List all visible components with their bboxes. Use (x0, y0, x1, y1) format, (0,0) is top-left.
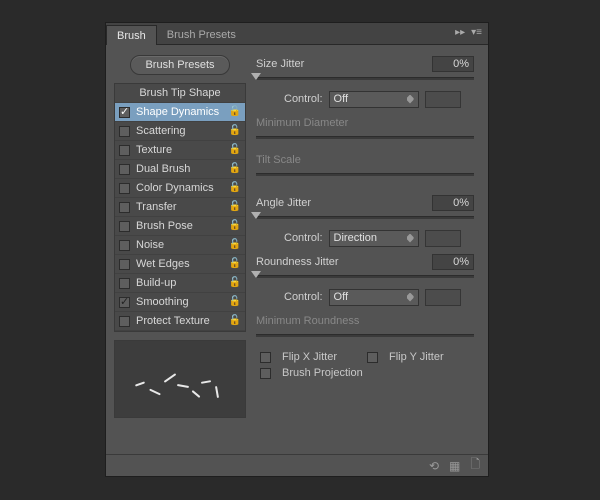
sidebar-item-brush-pose[interactable]: Brush Pose 🔓 (115, 217, 245, 236)
lock-icon[interactable]: 🔓 (229, 144, 241, 155)
brush-projection-checkbox[interactable]: Brush Projection (260, 367, 363, 379)
control3-label: Control: (284, 291, 323, 303)
brush-preview (114, 340, 246, 418)
sidebar-item-label: Smoothing (136, 296, 189, 308)
roundness-jitter-slider[interactable] (256, 272, 474, 284)
control3-swatch (425, 289, 461, 306)
toggle-preview-icon[interactable]: ⟲ (429, 459, 439, 473)
brush-presets-button[interactable]: Brush Presets (130, 55, 229, 75)
roundness-jitter-label: Roundness Jitter (256, 256, 432, 268)
sidebar-item-color-dynamics[interactable]: Color Dynamics 🔓 (115, 179, 245, 198)
control1-select[interactable]: Off (329, 91, 419, 108)
checkbox-icon[interactable] (119, 240, 130, 251)
size-jitter-label: Size Jitter (256, 58, 432, 70)
sidebar-item-texture[interactable]: Texture 🔓 (115, 141, 245, 160)
checkbox-icon[interactable] (119, 107, 130, 118)
flip-x-jitter-checkbox[interactable]: Flip X Jitter (260, 351, 337, 363)
sidebar-item-label: Texture (136, 144, 172, 156)
sidebar-item-label: Transfer (136, 201, 177, 213)
sidebar-item-label: Brush Pose (136, 220, 193, 232)
checkbox-icon[interactable] (119, 259, 130, 270)
tab-brush[interactable]: Brush (106, 25, 157, 45)
sidebar: Brush Presets Brush Tip Shape Shape Dyna… (114, 53, 246, 454)
settings-area: Size Jitter 0% Control: Off Minimum Diam… (254, 53, 480, 454)
control2-swatch (425, 230, 461, 247)
control3-select[interactable]: Off (329, 289, 419, 306)
sidebar-item-label: Wet Edges (136, 258, 190, 270)
control1-label: Control: (284, 93, 323, 105)
brush-panel: Brush Brush Presets ▸▸ ▾≡ Brush Presets … (105, 22, 489, 477)
min-diameter-label: Minimum Diameter (256, 117, 474, 129)
angle-jitter-slider[interactable] (256, 213, 474, 225)
checkbox-icon[interactable] (119, 316, 130, 327)
sidebar-item-label: Protect Texture (136, 315, 210, 327)
sidebar-item-scattering[interactable]: Scattering 🔓 (115, 122, 245, 141)
new-preset-icon[interactable]: ▦ (449, 459, 460, 473)
lock-icon[interactable]: 🔓 (229, 182, 241, 193)
lock-icon[interactable]: 🔓 (229, 239, 241, 250)
lock-icon[interactable]: 🔓 (229, 125, 241, 136)
sidebar-item-dual-brush[interactable]: Dual Brush 🔓 (115, 160, 245, 179)
sidebar-item-label: Color Dynamics (136, 182, 214, 194)
lock-icon[interactable]: 🔓 (229, 315, 241, 326)
size-jitter-slider[interactable] (256, 74, 474, 86)
min-roundness-label: Minimum Roundness (256, 315, 474, 327)
sidebar-item-wet-edges[interactable]: Wet Edges 🔓 (115, 255, 245, 274)
min-diameter-slider (256, 133, 474, 145)
sidebar-item-protect-texture[interactable]: Protect Texture 🔓 (115, 312, 245, 331)
tab-brush-presets[interactable]: Brush Presets (157, 25, 246, 44)
min-roundness-slider (256, 331, 474, 343)
sidebar-item-noise[interactable]: Noise 🔓 (115, 236, 245, 255)
checkbox-icon[interactable] (119, 126, 130, 137)
checkbox-icon[interactable] (119, 183, 130, 194)
sidebar-item-label: Dual Brush (136, 163, 190, 175)
sidebar-item-label: Shape Dynamics (136, 106, 219, 118)
checkbox-icon[interactable] (119, 145, 130, 156)
lock-icon[interactable]: 🔓 (229, 106, 241, 117)
checkbox-icon[interactable] (119, 202, 130, 213)
angle-jitter-value[interactable]: 0% (432, 195, 474, 211)
sidebar-item-label: Scattering (136, 125, 186, 137)
size-jitter-value[interactable]: 0% (432, 56, 474, 72)
lock-icon[interactable]: 🔓 (229, 258, 241, 269)
brush-tip-shape-header[interactable]: Brush Tip Shape (115, 84, 245, 103)
sidebar-item-transfer[interactable]: Transfer 🔓 (115, 198, 245, 217)
collapse-icon[interactable]: ▸▸ (455, 27, 465, 38)
sidebar-item-build-up[interactable]: Build-up 🔓 (115, 274, 245, 293)
tilt-scale-slider (256, 170, 474, 182)
brush-option-list: Brush Tip Shape Shape Dynamics🔓Scatterin… (114, 83, 246, 332)
checkbox-icon[interactable] (119, 278, 130, 289)
checkbox-icon[interactable] (119, 297, 130, 308)
lock-icon[interactable]: 🔓 (229, 163, 241, 174)
sidebar-item-label: Build-up (136, 277, 176, 289)
roundness-jitter-value[interactable]: 0% (432, 254, 474, 270)
tab-bar: Brush Brush Presets ▸▸ ▾≡ (106, 23, 488, 45)
create-brush-icon[interactable]: 🗋 (470, 455, 480, 476)
checkbox-icon[interactable] (119, 221, 130, 232)
control2-label: Control: (284, 232, 323, 244)
sidebar-item-smoothing[interactable]: Smoothing 🔓 (115, 293, 245, 312)
control2-select[interactable]: Direction (329, 230, 419, 247)
lock-icon[interactable]: 🔓 (229, 296, 241, 307)
control1-swatch (425, 91, 461, 108)
tilt-scale-label: Tilt Scale (256, 154, 474, 166)
checkbox-icon[interactable] (119, 164, 130, 175)
angle-jitter-label: Angle Jitter (256, 197, 432, 209)
lock-icon[interactable]: 🔓 (229, 220, 241, 231)
sidebar-item-label: Noise (136, 239, 164, 251)
panel-footer: ⟲ ▦ 🗋 (106, 454, 488, 476)
flip-y-jitter-checkbox[interactable]: Flip Y Jitter (367, 351, 444, 363)
panel-menu-icon[interactable]: ▾≡ (471, 27, 482, 38)
sidebar-item-shape-dynamics[interactable]: Shape Dynamics 🔓 (115, 103, 245, 122)
lock-icon[interactable]: 🔓 (229, 277, 241, 288)
lock-icon[interactable]: 🔓 (229, 201, 241, 212)
